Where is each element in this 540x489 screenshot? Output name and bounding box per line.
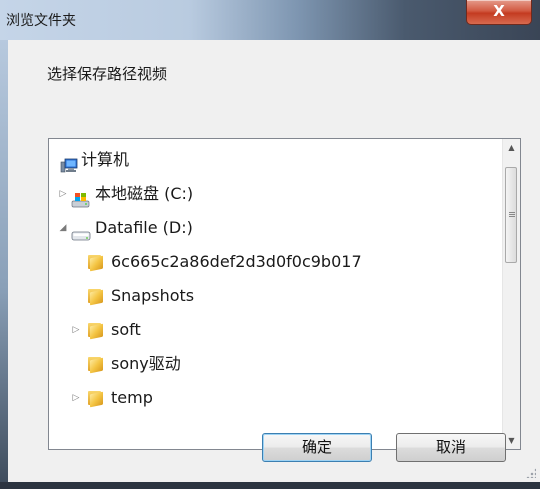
close-button[interactable]: X xyxy=(466,0,532,25)
dialog-description: 选择保存路径视频 xyxy=(47,65,168,83)
tree-item-folder[interactable]: ▷ soft xyxy=(49,313,504,347)
tree-item-folder[interactable]: 6c665c2a86def2d3d0f0c9b017 xyxy=(49,245,504,279)
folder-tree[interactable]: 计算机 ▷ 本地磁盘 (C:) ◢ Datafile (D:) 6c665c2a… xyxy=(48,138,521,450)
expand-arrow-icon[interactable]: ▷ xyxy=(71,381,81,415)
folder-icon xyxy=(85,288,105,306)
vertical-scrollbar[interactable]: ▲ ▼ xyxy=(502,139,520,449)
tree-item-folder[interactable]: sony驱动 xyxy=(49,347,504,381)
folder-icon xyxy=(85,254,105,272)
tree-item-label: 本地磁盘 (C:) xyxy=(95,184,194,203)
drive-icon xyxy=(71,220,91,241)
title-bar[interactable]: 浏览文件夹 X xyxy=(0,0,540,40)
computer-icon xyxy=(59,152,79,173)
tree-item-label: Snapshots xyxy=(111,286,195,305)
dialog-body: 选择保存路径视频 计算机 ▷ 本地磁盘 (C:) ◢ Datafile (D:)… xyxy=(9,40,540,482)
folder-icon xyxy=(85,356,105,374)
tree-item-label: 6c665c2a86def2d3d0f0c9b017 xyxy=(111,252,362,271)
collapse-arrow-icon[interactable]: ◢ xyxy=(58,211,68,245)
tree-item-computer[interactable]: 计算机 xyxy=(49,143,504,177)
ok-button[interactable]: 确定 xyxy=(262,433,372,462)
resize-grip-icon[interactable] xyxy=(526,468,536,478)
window-frame-bottom xyxy=(0,482,540,489)
local-disk-icon xyxy=(71,186,91,208)
tree-item-folder[interactable]: ▷ temp xyxy=(49,381,504,415)
tree-item-label: sony驱动 xyxy=(111,354,181,373)
window-frame-left xyxy=(0,40,8,489)
tree-item-folder[interactable]: Snapshots xyxy=(49,279,504,313)
expand-arrow-icon[interactable]: ▷ xyxy=(58,177,68,211)
cancel-button[interactable]: 取消 xyxy=(396,433,506,462)
tree-item-label: Datafile (D:) xyxy=(95,218,193,237)
tree-item-label: temp xyxy=(111,388,153,407)
tree-item-local-disk-c[interactable]: ▷ 本地磁盘 (C:) xyxy=(49,177,504,211)
tree-item-label: 计算机 xyxy=(81,150,130,169)
folder-icon xyxy=(85,322,105,340)
scroll-up-icon[interactable]: ▲ xyxy=(503,139,520,156)
tree-item-label: soft xyxy=(111,320,141,339)
window-title: 浏览文件夹 xyxy=(6,13,76,29)
scrollbar-thumb[interactable] xyxy=(505,167,517,263)
expand-arrow-icon[interactable]: ▷ xyxy=(71,313,81,347)
tree-item-datafile-d[interactable]: ◢ Datafile (D:) xyxy=(49,211,504,245)
grip-icon xyxy=(509,212,515,213)
folder-icon xyxy=(85,390,105,408)
